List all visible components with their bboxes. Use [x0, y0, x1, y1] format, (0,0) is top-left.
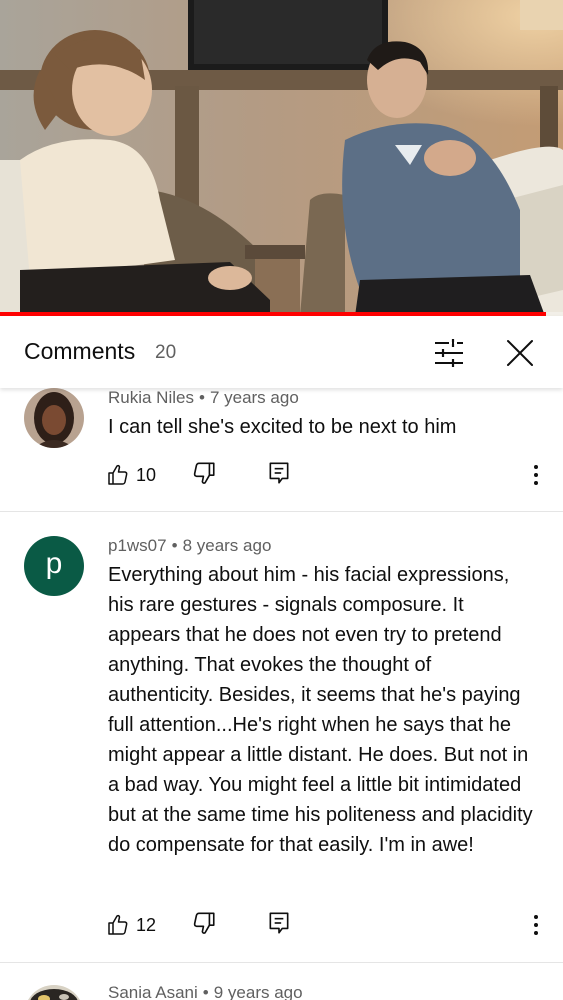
- like-button[interactable]: 10: [106, 460, 156, 490]
- reply-button[interactable]: [266, 910, 294, 940]
- more-options-button[interactable]: [524, 910, 548, 940]
- comments-count: 20: [155, 342, 177, 363]
- thumbs-up-icon: [108, 914, 128, 935]
- dislike-button[interactable]: [191, 910, 219, 940]
- dislike-button[interactable]: [191, 460, 219, 490]
- comments-header: Comments 20: [0, 316, 563, 388]
- meta-separator: •: [198, 388, 205, 407]
- thumbs-up-icon: [108, 464, 128, 485]
- avatar-letter: p: [45, 547, 63, 580]
- thumbs-down-icon: [193, 912, 215, 934]
- comment-meta: p1ws07 • 8 years ago: [108, 536, 271, 556]
- meta-separator: •: [171, 536, 178, 555]
- avatar[interactable]: p: [24, 536, 84, 596]
- avatar[interactable]: [24, 388, 84, 448]
- reply-comment-icon: [269, 912, 289, 934]
- more-options-button[interactable]: [524, 460, 548, 490]
- comment-actions: 12: [0, 906, 563, 946]
- avatar-photo-image: [24, 388, 84, 448]
- avatar-photo-image: [24, 985, 84, 1000]
- comments-list[interactable]: Rukia Niles • 7 years ago I can tell she's…: [0, 388, 563, 1000]
- comment-author[interactable]: Sania Asani: [108, 983, 198, 1000]
- filter-button[interactable]: [430, 334, 468, 372]
- like-count: 10: [136, 464, 157, 485]
- thumbs-down-icon: [193, 462, 215, 484]
- video-frame-image: [0, 0, 563, 316]
- reply-comment-icon: [269, 462, 289, 484]
- filter-sliders-icon: [435, 339, 463, 367]
- comment-item: p p1ws07 • 8 years ago Everything about hi…: [0, 512, 563, 962]
- comment-meta: Rukia Niles • 7 years ago: [108, 388, 299, 408]
- like-count: 12: [136, 914, 157, 935]
- comment-text: I can tell she's excited to be next to h…: [108, 416, 457, 438]
- comment-actions: 10: [0, 456, 563, 496]
- more-vertical-icon: [534, 465, 538, 485]
- comment-time[interactable]: 8 years ago: [183, 536, 272, 555]
- comment-author[interactable]: Rukia Niles: [108, 388, 194, 407]
- comment-text: Everything about him - his facial expres…: [108, 564, 533, 856]
- reply-button[interactable]: [266, 460, 294, 490]
- comment-time[interactable]: 7 years ago: [210, 388, 299, 407]
- comment-item: Sania Asani • 9 years ago: [0, 963, 563, 1000]
- close-icon: [507, 340, 533, 366]
- comment-meta: Sania Asani • 9 years ago: [108, 983, 303, 1000]
- close-button[interactable]: [501, 334, 539, 372]
- comments-title: Comments: [24, 338, 136, 364]
- comment-author[interactable]: p1ws07: [108, 536, 167, 555]
- meta-separator: •: [202, 983, 209, 1000]
- like-button[interactable]: 12: [106, 910, 156, 940]
- more-vertical-icon: [534, 915, 538, 935]
- comment-time[interactable]: 9 years ago: [214, 983, 303, 1000]
- avatar[interactable]: [24, 985, 84, 1000]
- video-player[interactable]: [0, 0, 563, 316]
